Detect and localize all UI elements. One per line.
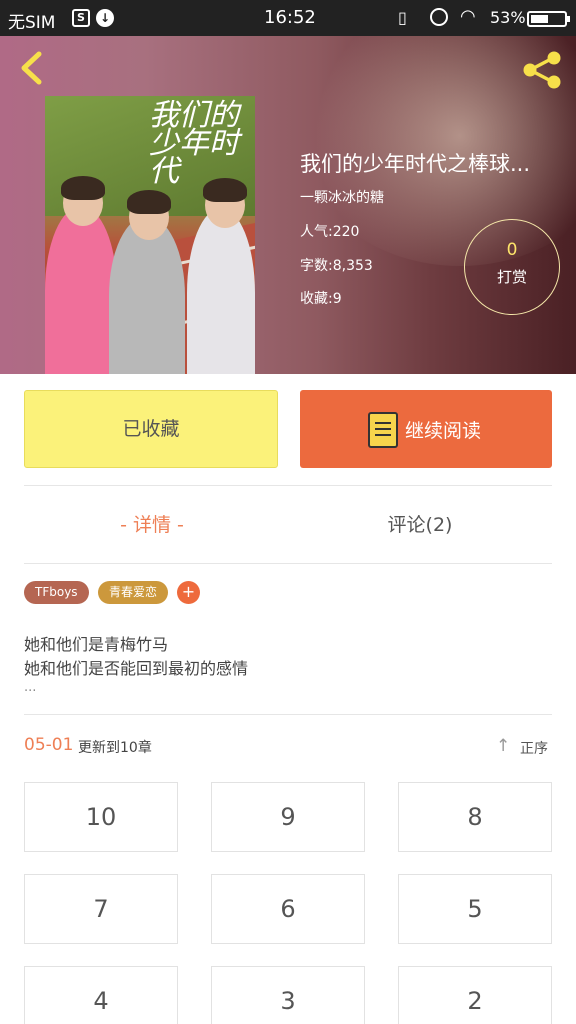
battery-fill: [531, 15, 548, 23]
tag-chip[interactable]: TFboys: [24, 581, 89, 604]
tag-chip[interactable]: 青春爱恋: [98, 581, 169, 604]
cover-title: 我们的少年时代: [149, 98, 239, 189]
wifi-icon: ◠: [460, 6, 476, 27]
chapter-button[interactable]: 7: [24, 874, 178, 944]
add-tag-button[interactable]: +: [177, 581, 200, 604]
continue-reading-button[interactable]: 继续阅读: [300, 390, 552, 468]
description-line: 她和他们是青梅竹马: [24, 635, 169, 654]
download-icon: ↓: [96, 9, 114, 27]
battery-percent: 53%: [490, 8, 526, 27]
sort-button[interactable]: ↑ 正序: [496, 736, 556, 758]
battery-icon: [527, 11, 570, 27]
book-header: 我们的少年时代 我们的少年时代之棒球... 一颗冰冰的糖 人气:220 字数:8…: [0, 36, 576, 374]
chapter-button[interactable]: 4: [24, 966, 178, 1024]
continue-reading-label: 继续阅读: [405, 420, 482, 442]
divider: [24, 714, 552, 715]
tip-count: 0: [506, 240, 518, 260]
divider: [24, 563, 552, 564]
alarm-icon: [430, 8, 448, 26]
tab-detail[interactable]: - 详情 -: [82, 510, 222, 537]
cover-figure-head: [127, 190, 171, 240]
chapter-button[interactable]: 9: [211, 782, 365, 852]
word-count: 字数:8,353: [300, 258, 373, 274]
cover-figure: [45, 206, 117, 374]
book-cover[interactable]: 我们的少年时代: [45, 96, 255, 374]
update-date: 05-01: [24, 735, 74, 755]
chapter-button[interactable]: 6: [211, 874, 365, 944]
cover-figure: [187, 208, 255, 374]
chapter-button[interactable]: 2: [398, 966, 552, 1024]
update-text: 更新到10章: [78, 740, 152, 756]
favorite-count: 收藏:9: [300, 291, 342, 307]
cover-figure-head: [61, 176, 105, 226]
chapter-button[interactable]: 5: [398, 874, 552, 944]
share-icon[interactable]: [520, 50, 564, 90]
chapter-button[interactable]: 8: [398, 782, 552, 852]
chapter-button[interactable]: 10: [24, 782, 178, 852]
chevron-left-icon[interactable]: [12, 48, 52, 88]
clock: 16:52: [264, 7, 316, 28]
s-icon: S: [72, 9, 90, 27]
divider: [24, 485, 552, 486]
tip-button[interactable]: 0 打赏: [464, 219, 560, 315]
cover-figure-head: [203, 178, 247, 228]
favorite-button[interactable]: 已收藏: [24, 390, 278, 468]
sort-label: 正序: [520, 741, 548, 757]
carrier-label: 无SIM: [8, 13, 56, 33]
vibrate-icon: ▯: [398, 8, 407, 27]
chapter-button[interactable]: 3: [211, 966, 365, 1024]
arrow-up-icon: ↑: [496, 736, 511, 756]
description-more[interactable]: ...: [24, 680, 36, 695]
tip-label: 打赏: [496, 268, 527, 286]
book-icon: [368, 412, 398, 448]
description-line: 她和他们是否能回到最初的感情: [24, 659, 249, 678]
status-bar: 无SIM S ↓ 16:52 ▯ ◠ 53%: [0, 0, 576, 36]
tab-comments[interactable]: 评论(2): [350, 510, 490, 537]
popularity: 人气:220: [300, 224, 360, 240]
book-title: 我们的少年时代之棒球...: [300, 152, 531, 176]
author-name[interactable]: 一颗冰冰的糖: [300, 187, 384, 207]
